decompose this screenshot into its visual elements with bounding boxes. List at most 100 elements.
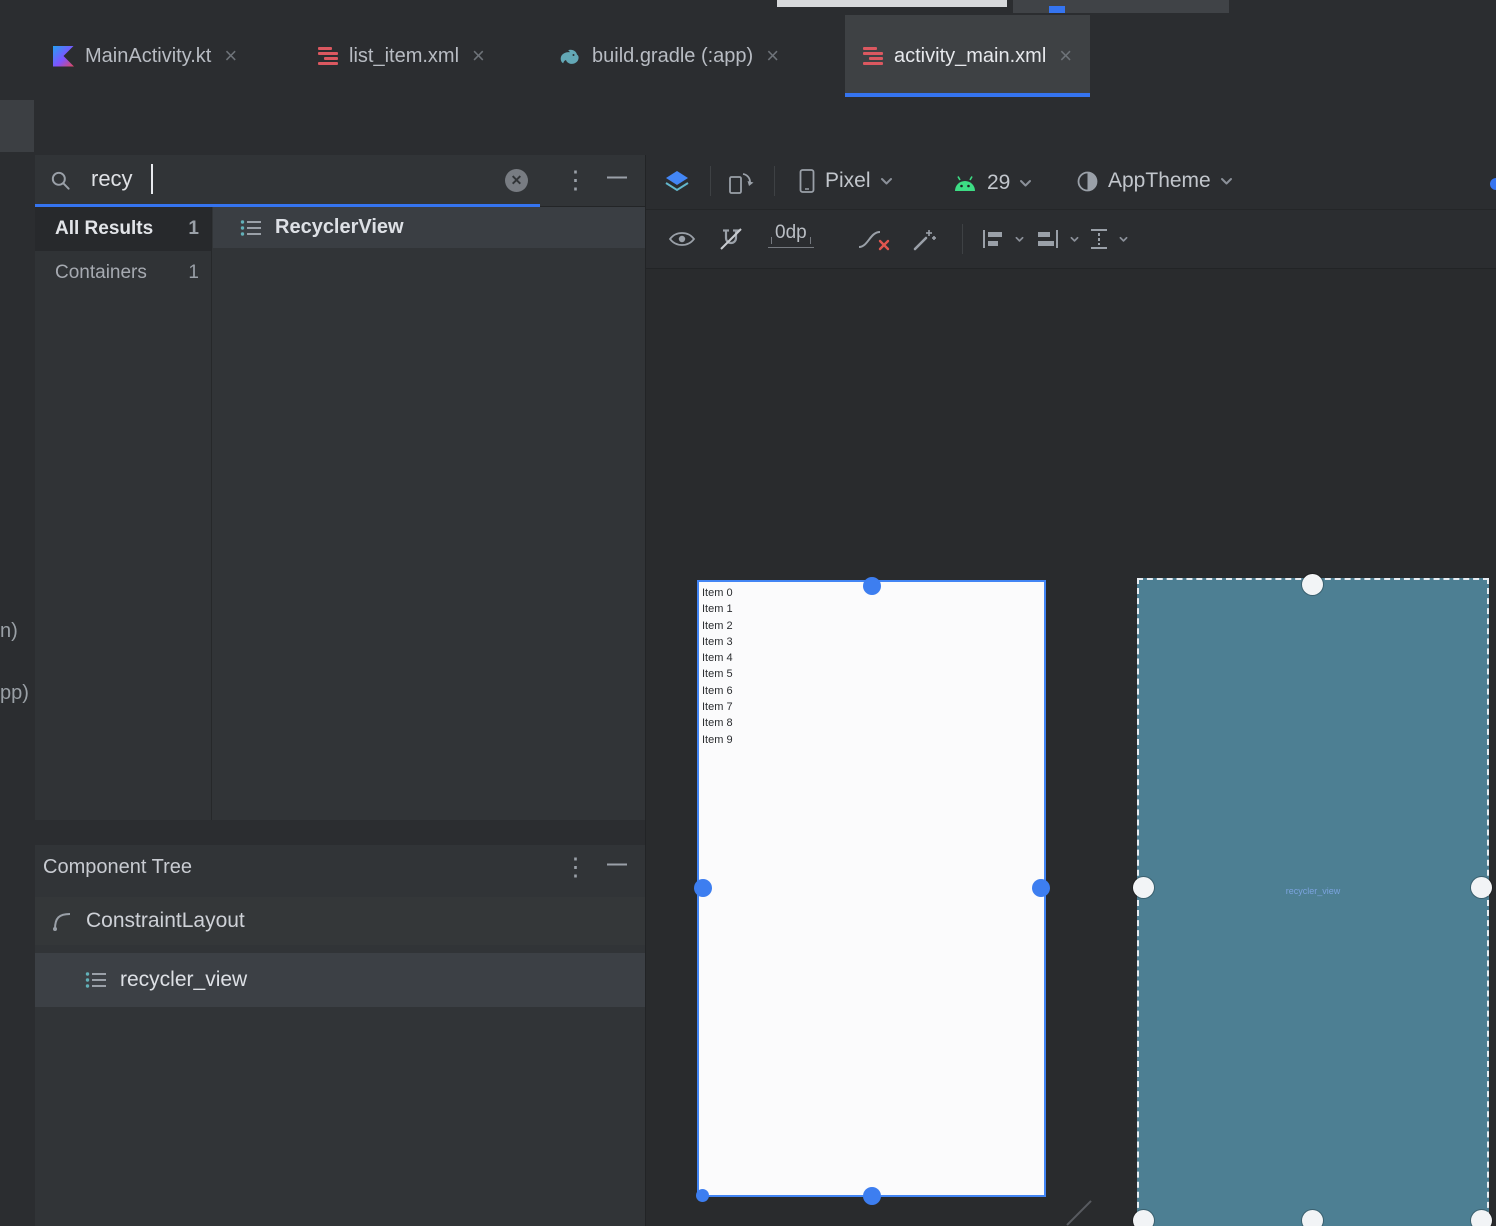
blueprint-view-id-label: recycler_view (1285, 886, 1341, 896)
distribute-icon (1091, 229, 1107, 249)
chevron-down-icon (1070, 236, 1079, 242)
device-preview-blueprint[interactable]: recycler_view (1137, 578, 1489, 1226)
tab-label: activity_main.xml (894, 44, 1047, 67)
phone-icon (799, 169, 815, 193)
divider (710, 166, 711, 196)
selection-handle[interactable] (1133, 1210, 1154, 1226)
default-margins-control[interactable]: 0dp (768, 222, 814, 248)
rotate-device-icon (729, 173, 754, 194)
close-icon[interactable]: × (222, 45, 237, 67)
component-tree-panel: Component Tree ⋮ — ConstraintLayout recy… (35, 845, 645, 1226)
align-icon (1038, 230, 1058, 248)
tab-list-item-xml[interactable]: list_item.xml × (300, 15, 503, 97)
overflow-menu-icon[interactable]: ⋮ (563, 168, 588, 193)
list-item: Item 3 (702, 635, 733, 648)
close-icon[interactable]: × (470, 45, 485, 67)
divider (774, 166, 775, 196)
tab-mainactivity-kt[interactable]: MainActivity.kt × (35, 15, 255, 97)
orientation-button[interactable] (726, 168, 754, 196)
constraintlayout-icon (53, 913, 71, 931)
clear-search-icon[interactable]: ✕ (505, 169, 528, 192)
tab-label: build.gradle (:app) (592, 44, 754, 67)
tree-item-constraintlayout[interactable]: ConstraintLayout (35, 897, 645, 945)
align-menu-button[interactable] (1035, 228, 1079, 250)
chevron-down-icon (1119, 236, 1128, 242)
selection-handle[interactable] (863, 1187, 881, 1205)
text-caret (151, 164, 153, 194)
list-item: Item 6 (702, 684, 733, 697)
notification-dot (1490, 178, 1496, 190)
eye-icon (668, 232, 696, 246)
list-item: Item 1 (702, 603, 733, 616)
device-selector[interactable]: Pixel (798, 168, 893, 194)
minimize-icon[interactable]: — (607, 167, 627, 187)
design-toolbar-primary: Pixel 29 AppTheme (646, 155, 1496, 208)
api-level-selector[interactable]: 29 (952, 171, 1032, 195)
tool-stripe-button[interactable] (0, 100, 34, 152)
list-item: Item 5 (702, 668, 733, 681)
palette-category-list: All Results 1 Containers 1 (35, 207, 212, 820)
selection-handle[interactable] (863, 577, 881, 595)
design-surface-mode-button[interactable] (663, 168, 691, 196)
theme-icon (1077, 171, 1098, 191)
selection-handle[interactable] (696, 1189, 709, 1202)
close-icon[interactable]: × (1057, 45, 1072, 67)
design-toolbar-secondary: 0dp (646, 210, 1496, 268)
divider (962, 224, 963, 254)
clear-constraints-button[interactable] (856, 227, 890, 253)
window-fragment (777, 0, 1007, 7)
search-input[interactable]: recy (91, 166, 133, 192)
xml-file-icon (863, 46, 883, 66)
palette-panel: recy ✕ ⋮ — All Results 1 Containers 1 Re… (35, 155, 645, 820)
selection-handle[interactable] (1471, 877, 1492, 898)
panel-title: Component Tree (43, 856, 192, 878)
view-options-button[interactable] (668, 229, 696, 249)
palette-category-all-results[interactable]: All Results 1 (35, 207, 211, 251)
recyclerview-icon (240, 219, 261, 236)
clipped-project-label: n) (0, 620, 18, 642)
selection-handle[interactable] (1302, 574, 1323, 595)
xml-file-icon (318, 46, 338, 66)
list-item: Item 9 (702, 733, 733, 746)
close-icon[interactable]: × (764, 45, 779, 67)
chevron-down-icon (1015, 236, 1024, 242)
palette-search-row: recy ✕ ⋮ — (35, 155, 645, 207)
clear-constraints-icon (858, 231, 890, 251)
pack-menu-button[interactable] (980, 228, 1024, 250)
panel-separator (0, 820, 645, 845)
recyclerview-icon (85, 972, 106, 988)
recycler-preview-list: Item 0 Item 1 Item 2 Item 3 Item 4 Item … (699, 582, 1044, 748)
selection-handle[interactable] (1471, 1210, 1492, 1226)
tab-label: list_item.xml (349, 44, 460, 67)
list-item: Item 4 (702, 652, 733, 665)
list-item: Item 7 (702, 701, 733, 714)
list-item: Item 8 (702, 717, 733, 730)
window-fragment-accent (1049, 6, 1065, 13)
result-count: 1 (188, 218, 199, 239)
autoconnect-toggle[interactable] (718, 226, 744, 252)
minimize-icon[interactable]: — (607, 854, 627, 874)
palette-item-recyclerview[interactable]: RecyclerView (213, 207, 645, 248)
tab-activity-main-xml[interactable]: activity_main.xml × (845, 15, 1091, 97)
selection-handle[interactable] (1032, 879, 1050, 897)
clipped-project-label: pp) (0, 682, 29, 704)
selection-handle[interactable] (1302, 1210, 1323, 1226)
android-robot-icon (955, 175, 975, 191)
android-studio-window: n) pp) MainActivity.kt × list_item.xml ×… (0, 0, 1496, 1226)
tab-build-gradle[interactable]: build.gradle (:app) × (536, 15, 797, 97)
palette-result-list: RecyclerView (213, 207, 645, 820)
tree-item-recycler-view[interactable]: recycler_view (35, 953, 645, 1007)
search-icon (51, 171, 70, 190)
palette-category-containers[interactable]: Containers 1 (35, 251, 211, 295)
editor-tab-bar: MainActivity.kt × list_item.xml × build.… (0, 15, 1496, 97)
selection-handle[interactable] (694, 879, 712, 897)
device-preview-design[interactable]: Item 0 Item 1 Item 2 Item 3 Item 4 Item … (697, 580, 1046, 1197)
magic-wand-icon (913, 230, 936, 251)
guidelines-menu-button[interactable] (1088, 227, 1128, 251)
infer-constraints-button[interactable] (912, 226, 938, 252)
theme-selector[interactable]: AppTheme (1076, 169, 1233, 193)
kotlin-file-icon (53, 45, 74, 67)
overflow-menu-icon[interactable]: ⋮ (563, 855, 588, 880)
pack-icon (983, 230, 1002, 248)
selection-handle[interactable] (1133, 877, 1154, 898)
